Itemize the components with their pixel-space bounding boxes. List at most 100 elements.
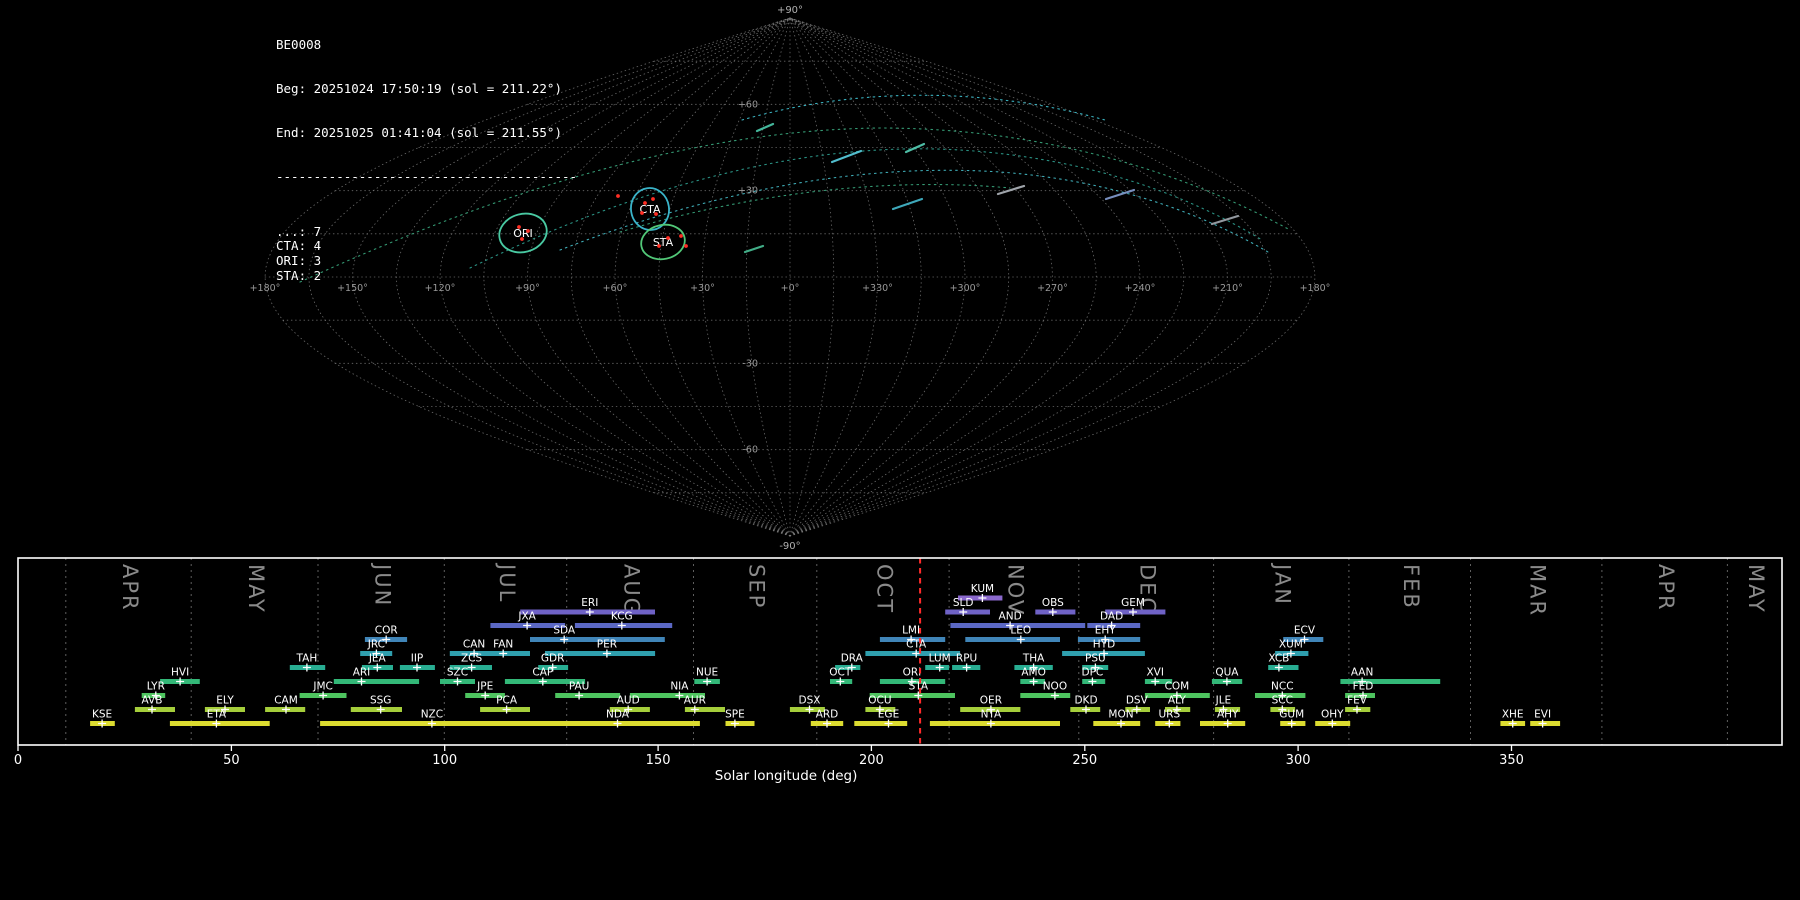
shower-bar-EGE [854, 721, 908, 726]
peak-marker-DPC [1088, 677, 1097, 686]
shower-label-DPC: DPC [1082, 667, 1104, 679]
shower-label-ECV: ECV [1294, 625, 1316, 637]
peak-marker-AVB [148, 705, 156, 714]
meteor-dot [657, 244, 661, 248]
shower-bar-NDA [545, 721, 700, 726]
meteor-dot [616, 194, 620, 198]
shower-label-PSU: PSU [1085, 653, 1106, 665]
radiant-label-STA: STA [653, 236, 674, 249]
shower-label-AND: AND [999, 611, 1022, 623]
shower-label-SSG: SSG [370, 695, 391, 707]
lon-label: +270° [1037, 283, 1068, 294]
lat-label: +60 [738, 99, 758, 110]
shower-bar-SPE [725, 721, 755, 726]
observation-header: BE0008 Beg: 20251024 17:50:19 (sol = 211… [276, 8, 577, 298]
shower-bar-PAU [555, 693, 621, 698]
peak-marker-ETA [212, 719, 221, 728]
shower-label-JLE: JLE [1215, 695, 1232, 707]
peak-marker-AMO [1029, 677, 1038, 686]
peak-marker-LEO [1016, 635, 1025, 644]
month-label: APR [1654, 564, 1678, 612]
shower-label-IIP: IIP [411, 653, 424, 665]
count-line: ...: 7 [276, 223, 322, 239]
shower-label-FEV: FEV [1347, 695, 1368, 707]
shower-label-KCG: KCG [611, 611, 633, 623]
meteor-streak [1104, 188, 1136, 201]
peak-marker-CAM [282, 705, 290, 714]
shower-label-ALY: ALY [1168, 695, 1187, 707]
x-tick-label: 200 [859, 753, 884, 768]
peak-marker-IIP [413, 663, 421, 672]
shower-label-NTA: NTA [981, 709, 1002, 721]
x-axis-title: Solar longitude (deg) [715, 768, 858, 784]
lon-label: +60° [603, 283, 628, 294]
lon-label: +180° [1300, 283, 1331, 294]
lon-label: +210° [1212, 283, 1243, 294]
x-tick-label: 100 [432, 753, 457, 768]
shower-label-ARI: ARI [353, 667, 371, 679]
shower-label-THA: THA [1022, 653, 1045, 665]
peak-marker-EVI [1538, 719, 1547, 728]
month-label: SEP [744, 564, 768, 609]
grid-meridian [702, 17, 791, 537]
peak-marker-SPE [730, 719, 739, 728]
activity-timeline: APR MAY JUN JUL AUG SEP OCT NOV DEC JAN FEB MAR APR M… [14, 557, 1783, 784]
shower-label-PAU: PAU [569, 681, 590, 693]
shower-label-NIA: NIA [670, 681, 689, 693]
meteor-dot [666, 236, 670, 240]
shower-label-LMI: LMI [902, 625, 920, 637]
x-tick-label: 0 [14, 753, 22, 768]
peak-marker-PCA [502, 705, 511, 714]
shower-label-AHY: AHY [1217, 709, 1239, 721]
peak-marker-NZC [427, 719, 436, 728]
shower-label-OCT: OCT [829, 667, 852, 679]
shower-label-STA: STA [909, 681, 929, 693]
shower-label-XVI: XVI [1146, 667, 1163, 679]
shower-label-LUM: LUM [929, 653, 951, 665]
peak-marker-AUR [690, 705, 699, 714]
peak-marker-OHY [1328, 719, 1337, 728]
pole-label-top: +90° [777, 5, 803, 16]
meteor-streak [1210, 214, 1240, 226]
x-tick-label: 50 [223, 753, 240, 768]
meteor-arc [741, 94, 1106, 121]
peak-marker-JPE [481, 691, 490, 700]
shower-label-SDA: SDA [553, 625, 576, 637]
shower-bar-MON [1093, 721, 1141, 726]
shower-label-AAN: AAN [1351, 667, 1374, 679]
shower-label-ZCS: ZCS [461, 653, 483, 665]
shower-label-OHY: OHY [1321, 709, 1344, 721]
shower-label-SCC: SCC [1272, 695, 1293, 707]
peak-marker-KCG [617, 621, 626, 630]
peak-marker-MON [1117, 719, 1125, 728]
lon-label: +30° [690, 283, 715, 294]
peak-marker-NTA [986, 719, 995, 728]
x-tick-label: 150 [646, 753, 671, 768]
shower-label-KUM: KUM [971, 583, 994, 595]
shower-label-AMO: AMO [1021, 667, 1046, 679]
peak-marker-FEV [1353, 705, 1361, 714]
shower-label-RPU: RPU [956, 653, 977, 665]
meteor-arc [619, 183, 1011, 233]
shower-label-XCB: XCB [1268, 653, 1289, 665]
shower-count-list: ...: 7 CTA: 4 ORI: 3 STA: 2 [276, 223, 577, 284]
shower-label-JEA: JEA [368, 653, 387, 665]
lon-label: +300° [950, 283, 981, 294]
shower-label-OCU: OCU [868, 695, 891, 707]
shower-label-XUM: XUM [1279, 639, 1303, 651]
shower-label-HYD: HYD [1093, 639, 1115, 651]
peak-marker-FAN [499, 649, 508, 658]
peak-marker-TAH [302, 663, 311, 672]
meteor-dot [643, 201, 647, 205]
peak-marker-DSX [805, 705, 814, 714]
shower-bar-LEO [965, 637, 1060, 642]
shower-label-HVI: HVI [171, 667, 189, 679]
count-line: STA: 2 [276, 267, 322, 283]
month-label: FEB [1399, 564, 1423, 610]
shower-label-QUA: QUA [1215, 667, 1239, 679]
peak-marker-CAP [538, 677, 547, 686]
shower-label-OBS: OBS [1042, 597, 1064, 609]
sky-map: ORICTASTA+180° +150° +120° +90° +60° +30° +0° +… [250, 5, 1331, 552]
peak-marker-CTA [912, 649, 921, 658]
lon-label: +330° [862, 283, 893, 294]
